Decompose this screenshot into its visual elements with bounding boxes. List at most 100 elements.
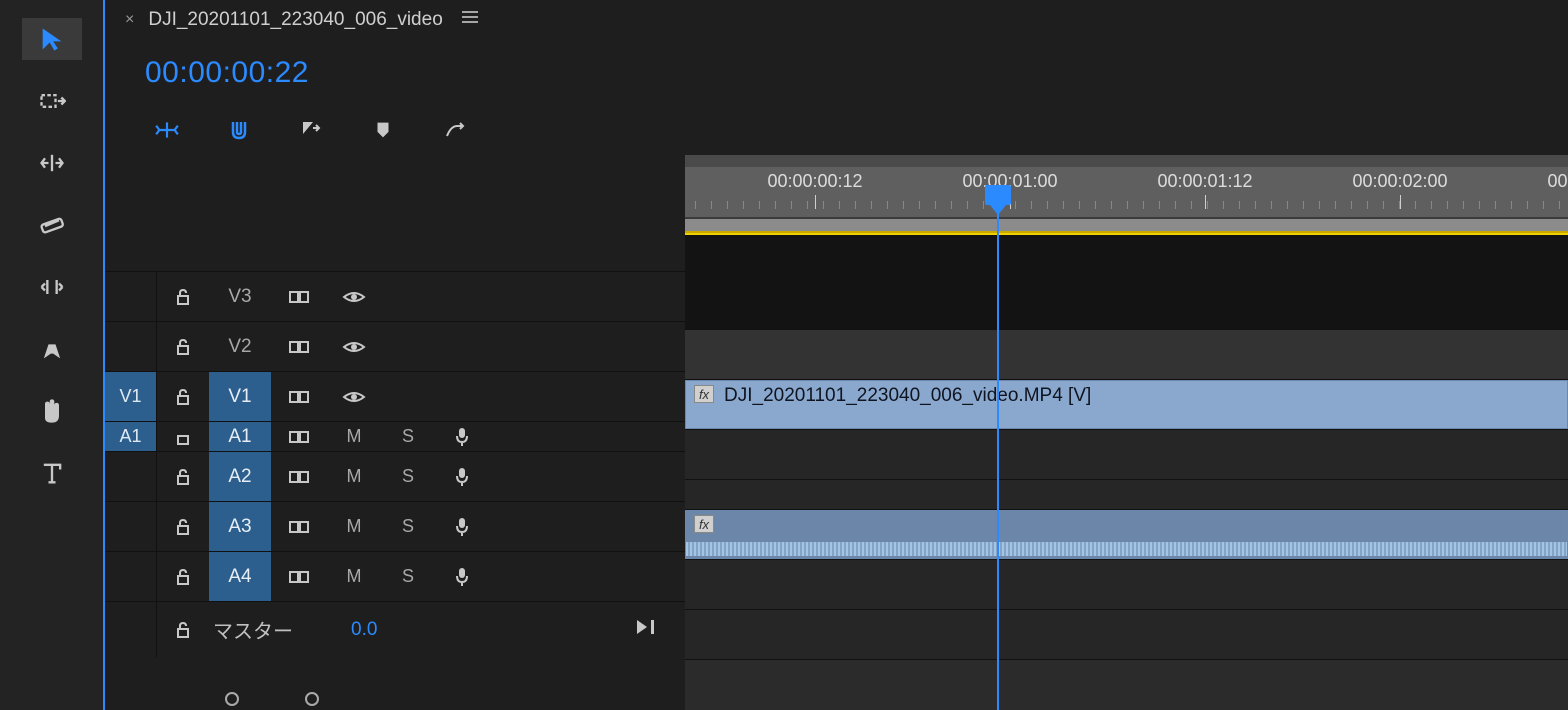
ripple-edit-tool[interactable]	[22, 142, 82, 184]
tool-palette	[0, 0, 105, 710]
video-clip[interactable]: fx DJI_20201101_223040_006_video.MP4 [V]	[685, 380, 1568, 429]
panel-menu-icon[interactable]	[461, 9, 479, 31]
linked-selection-toggle[interactable]	[297, 118, 325, 142]
mute-toggle[interactable]: M	[327, 422, 381, 451]
current-timecode[interactable]: 00:00:00:22	[145, 56, 309, 90]
sequence-tab-bar: × DJI_20201101_223040_006_video	[105, 0, 1568, 40]
sync-lock-toggle[interactable]	[271, 272, 327, 321]
solo-toggle[interactable]: S	[381, 552, 435, 601]
playhead-line	[997, 205, 999, 710]
toggle-track-output[interactable]	[327, 372, 381, 421]
lock-toggle[interactable]	[157, 502, 209, 551]
track-select-tool[interactable]	[22, 80, 82, 122]
timecode-row: 00:00:00:22	[105, 40, 1568, 105]
audio-clip[interactable]: fx	[685, 510, 1568, 559]
track-header-v2: V2	[105, 321, 685, 371]
sync-lock-toggle[interactable]	[271, 322, 327, 371]
sync-lock-toggle[interactable]	[271, 422, 327, 451]
source-patch-a1[interactable]: A1	[105, 422, 157, 451]
sync-lock-toggle[interactable]	[271, 552, 327, 601]
track-lane-v2[interactable]: fx DJI_20201101_223040_006_video.MP4 [V]	[685, 379, 1568, 429]
track-header-a3: A3 M S	[105, 501, 685, 551]
sequence-name[interactable]: DJI_20201101_223040_006_video	[148, 9, 442, 31]
master-track-label: マスター	[209, 615, 293, 644]
voice-record-toggle[interactable]	[435, 502, 489, 551]
ruler-label: 00:00:00:12	[767, 171, 862, 192]
razor-tool[interactable]	[22, 204, 82, 246]
lock-toggle[interactable]	[157, 422, 209, 451]
track-lane-a2[interactable]: fx	[685, 509, 1568, 559]
hand-tool[interactable]	[22, 390, 82, 432]
add-marker-button[interactable]	[369, 118, 397, 142]
settings-button[interactable]	[441, 118, 469, 142]
track-header-v1: V1 V1	[105, 371, 685, 421]
snap-toggle[interactable]	[225, 118, 253, 142]
track-target-v3[interactable]: V3	[209, 272, 271, 321]
timeline-body: V3 V2	[105, 155, 1568, 710]
slip-tool[interactable]	[22, 266, 82, 308]
source-patch-a3[interactable]	[105, 502, 157, 551]
timeline-panel: × DJI_20201101_223040_006_video 00:00:00…	[105, 0, 1568, 710]
track-header-a1: A1 A1 M S	[105, 421, 685, 451]
track-lane-a3[interactable]	[685, 559, 1568, 609]
track-target-a4[interactable]: A4	[209, 552, 271, 601]
track-lane-a1[interactable]	[685, 479, 1568, 509]
toggle-track-output[interactable]	[327, 272, 381, 321]
tracks-area[interactable]: 00:00:00:1200:00:01:0000:00:01:1200:00:0…	[685, 155, 1568, 710]
mute-toggle[interactable]: M	[327, 502, 381, 551]
voice-record-toggle[interactable]	[435, 552, 489, 601]
track-target-a2[interactable]: A2	[209, 452, 271, 501]
solo-toggle[interactable]: S	[381, 422, 435, 451]
sync-lock-toggle[interactable]	[271, 372, 327, 421]
voice-record-toggle[interactable]	[435, 452, 489, 501]
track-lane-master[interactable]	[685, 659, 1568, 710]
timeline-options-bar	[105, 105, 1568, 155]
fx-badge-icon[interactable]: fx	[694, 385, 714, 403]
mute-toggle[interactable]: M	[327, 552, 381, 601]
sync-lock-toggle[interactable]	[271, 502, 327, 551]
source-patch-a4[interactable]	[105, 552, 157, 601]
lock-toggle[interactable]	[157, 602, 209, 657]
mute-toggle[interactable]: M	[327, 452, 381, 501]
lock-toggle[interactable]	[157, 452, 209, 501]
solo-toggle[interactable]: S	[381, 502, 435, 551]
toggle-track-output[interactable]	[327, 322, 381, 371]
voice-record-toggle[interactable]	[435, 422, 489, 451]
track-target-a3[interactable]: A3	[209, 502, 271, 551]
track-headers: V3 V2	[105, 155, 685, 710]
lock-toggle[interactable]	[157, 272, 209, 321]
lock-toggle[interactable]	[157, 322, 209, 371]
source-patch-v2[interactable]	[105, 322, 157, 371]
fx-badge-icon[interactable]: fx	[694, 515, 714, 533]
lock-toggle[interactable]	[157, 372, 209, 421]
lock-toggle[interactable]	[157, 552, 209, 601]
track-header-a4: A4 M S	[105, 551, 685, 601]
zoom-scrollbar[interactable]	[225, 690, 525, 710]
time-ruler[interactable]: 00:00:00:1200:00:01:0000:00:01:1200:00:0…	[685, 155, 1568, 219]
track-lane-a4[interactable]	[685, 609, 1568, 659]
source-patch-a2[interactable]	[105, 452, 157, 501]
track-lane-v1[interactable]	[685, 429, 1568, 479]
track-target-v2[interactable]: V2	[209, 322, 271, 371]
solo-toggle[interactable]: S	[381, 452, 435, 501]
clip-label: DJI_20201101_223040_006_video.MP4 [V]	[724, 385, 1091, 407]
ruler-label: 00:00:02:12	[1547, 171, 1568, 192]
master-volume-value[interactable]: 0.0	[351, 619, 377, 641]
pen-tool[interactable]	[22, 328, 82, 370]
ruler-label: 00:00:01:12	[1157, 171, 1252, 192]
playhead-handle[interactable]	[985, 185, 1011, 205]
source-patch-v3[interactable]	[105, 272, 157, 321]
selection-tool[interactable]	[22, 18, 82, 60]
sync-lock-toggle[interactable]	[271, 452, 327, 501]
insert-overwrite-toggle[interactable]	[153, 118, 181, 142]
close-tab-button[interactable]: ×	[125, 11, 134, 29]
track-header-master: マスター 0.0	[105, 601, 685, 657]
play-stop-icon[interactable]	[635, 618, 661, 641]
track-lane-v3[interactable]	[685, 329, 1568, 379]
track-target-a1[interactable]: A1	[209, 422, 271, 451]
track-target-v1[interactable]: V1	[209, 372, 271, 421]
track-header-v3: V3	[105, 271, 685, 321]
source-patch-v1[interactable]: V1	[105, 372, 157, 421]
type-tool[interactable]	[22, 452, 82, 494]
work-area-bar[interactable]	[685, 219, 1568, 233]
